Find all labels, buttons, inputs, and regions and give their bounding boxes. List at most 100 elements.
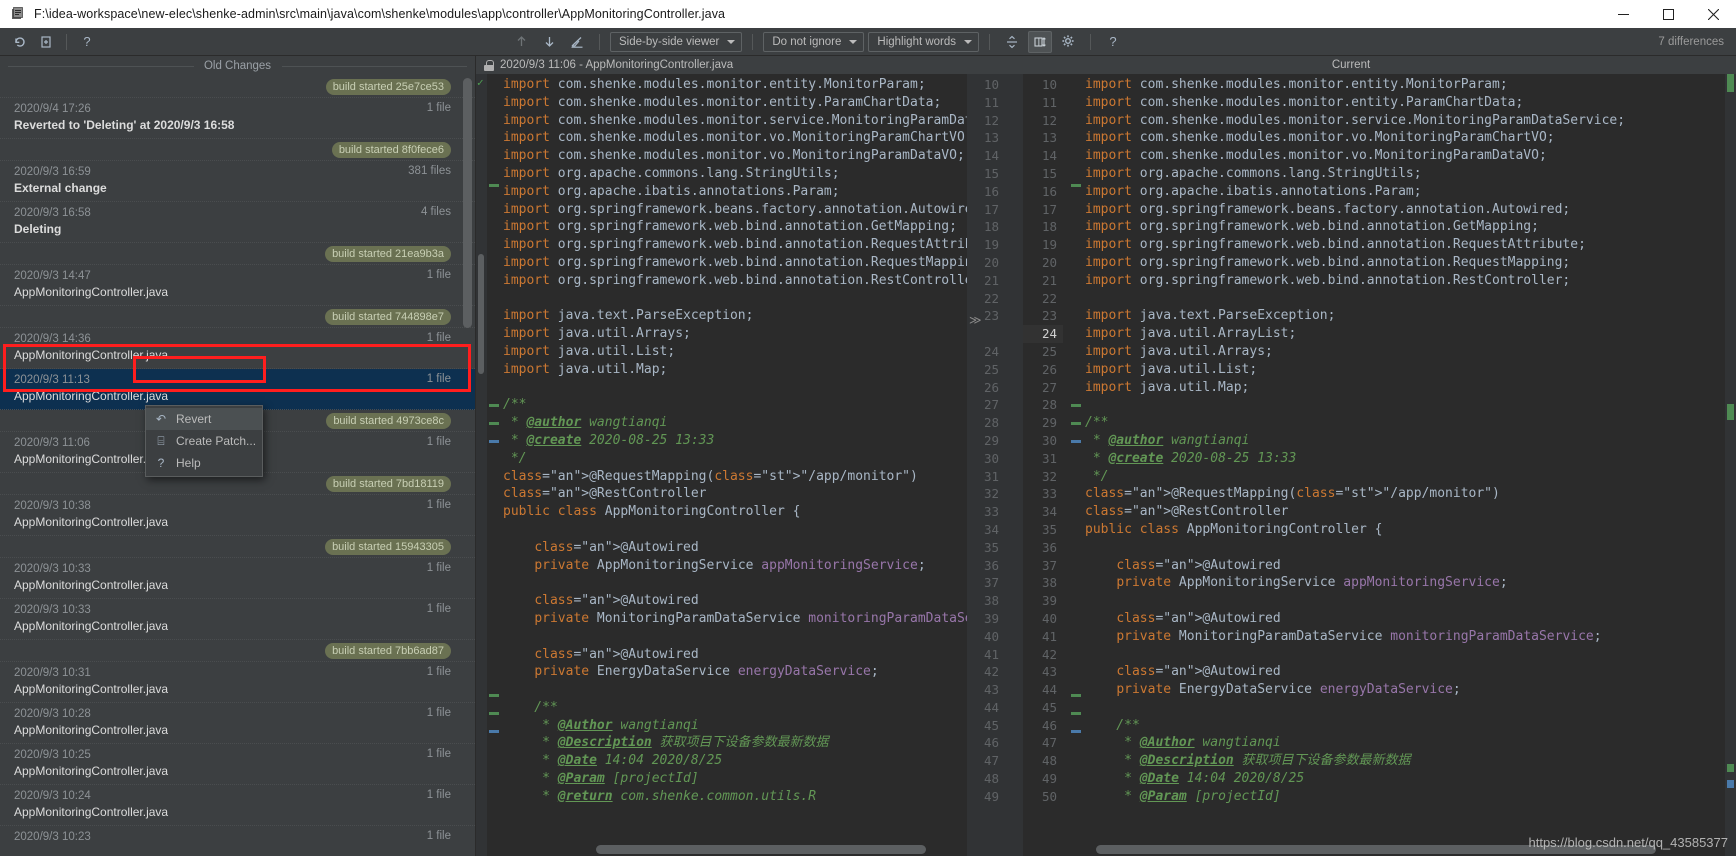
revision-row[interactable]: 2020/9/3 10:33 AppMonitoringController.ja… xyxy=(0,558,475,599)
toolbar-divider-5 xyxy=(1090,33,1092,50)
previous-difference-icon[interactable] xyxy=(509,31,533,53)
revision-row[interactable]: 2020/9/3 16:58 Deleting 4 files xyxy=(0,202,475,243)
highlight-policy-dropdown[interactable]: Highlight words xyxy=(868,31,980,52)
code-line: private AppMonitoringService appMonitori… xyxy=(1116,575,1508,591)
collapse-unchanged-icon[interactable] xyxy=(1000,31,1024,53)
code-line: * @create 2020-08-25 13:33 xyxy=(503,432,715,448)
build-row[interactable]: build started 8f0fece6 xyxy=(0,139,475,161)
build-row[interactable]: build started 25e7ce53 xyxy=(0,76,475,98)
line-number: 19 xyxy=(1041,237,1057,253)
minimize-button[interactable] xyxy=(1601,0,1646,28)
diff-panel: 2020/9/3 11:06 - AppMonitoringController… xyxy=(476,56,1736,856)
line-number: 27 xyxy=(1041,379,1057,395)
diff-right-title: Current xyxy=(1331,59,1371,71)
code-line: import org.springframework.web.bind.anno… xyxy=(1085,219,1539,235)
revision-row[interactable]: 2020/9/3 10:33 AppMonitoringController.ja… xyxy=(0,599,475,640)
revision-timestamp: 2020/9/3 11:13 xyxy=(14,374,90,386)
line-number: 13 xyxy=(983,130,999,146)
right-change-gutter[interactable] xyxy=(1725,74,1736,856)
code-line: import org.springframework.beans.factory… xyxy=(503,201,967,217)
history-scrollbar[interactable] xyxy=(463,78,472,328)
line-number: 29 xyxy=(983,432,999,448)
code-line: class="an">@Autowired xyxy=(1116,610,1281,626)
context-menu-item-create-patch[interactable]: ⌸ Create Patch... xyxy=(146,430,262,452)
line-number: 22 xyxy=(1041,290,1057,306)
revision-timestamp: 2020/9/3 16:59 xyxy=(14,166,91,178)
build-row[interactable]: build started 744898e7 xyxy=(0,306,475,328)
line-number: 33 xyxy=(1041,486,1057,502)
create-patch-icon[interactable] xyxy=(34,31,58,53)
build-row[interactable]: build started 15943305 xyxy=(0,536,475,558)
center-gutter: 10 11 12 13 14 15 16 17 18 19 20 21 22 23 24 25 26 27 28 2… xyxy=(967,74,1023,856)
line-number: 38 xyxy=(983,593,999,609)
revision-row[interactable]: 2020/9/3 10:25 AppMonitoringController.ja… xyxy=(0,744,475,785)
file-type-icon xyxy=(10,6,26,22)
minimap-marker-green-3 xyxy=(1727,764,1734,772)
right-editor[interactable]: 10 11 12 13 14 15 16 17 18 19 20 21 22 23 24 25 26 27 28 29… xyxy=(1023,74,1736,856)
context-menu-item-revert[interactable]: ↶ Revert xyxy=(146,408,262,430)
code-line: * @author wangtianqi xyxy=(503,415,668,431)
align-changes-icon[interactable] xyxy=(1028,30,1053,53)
revision-row-selected[interactable]: 2020/9/3 11:13 AppMonitoringController.ja… xyxy=(0,369,475,410)
revision-timestamp: 2020/9/3 10:33 xyxy=(14,563,91,575)
line-number: 43 xyxy=(983,682,999,698)
old-changes-title: Old Changes xyxy=(197,60,278,72)
revision-label: AppMonitoringController.java xyxy=(14,723,169,737)
line-number: 42 xyxy=(1041,646,1057,662)
line-number: 18 xyxy=(983,219,999,235)
left-editor-hscrollbar[interactable] xyxy=(596,845,926,854)
revision-label: AppMonitoringController.java xyxy=(14,619,169,633)
help-button[interactable]: ? xyxy=(75,31,99,53)
chevron-down-icon xyxy=(849,39,858,44)
line-number: 25 xyxy=(983,361,999,377)
revision-label: Deleting xyxy=(14,222,62,236)
line-number: 44 xyxy=(983,699,999,715)
line-number: 24 xyxy=(983,343,999,359)
revision-row[interactable]: 2020/9/3 10:31 AppMonitoringController.ja… xyxy=(0,662,475,703)
revision-row[interactable]: 2020/9/3 10:38 AppMonitoringController.ja… xyxy=(0,495,475,536)
line-number: 40 xyxy=(983,628,999,644)
code-line: import java.util.List; xyxy=(503,343,676,359)
line-number: 13 xyxy=(1041,130,1057,146)
line-number: 10 xyxy=(983,77,999,92)
edit-source-icon[interactable] xyxy=(565,31,589,53)
revision-timestamp: 2020/9/3 16:58 xyxy=(14,207,91,219)
line-number: 49 xyxy=(983,788,999,804)
left-minimap-thumb[interactable] xyxy=(478,254,484,374)
revision-row[interactable]: 2020/9/3 16:59 External change 381 files xyxy=(0,161,475,202)
revision-row[interactable]: 2020/9/3 14:36 AppMonitoringController.ja… xyxy=(0,328,475,369)
help-icon[interactable]: ? xyxy=(1101,31,1125,53)
revision-row[interactable]: 2020/9/4 17:26 Reverted to 'Deleting' at … xyxy=(0,98,475,139)
right-line-numbers: 10 11 12 13 14 15 16 17 18 19 20 21 22 23 24 25 26 27 28 29… xyxy=(1023,74,1063,806)
chevron-marker-icon: ≫ xyxy=(969,313,982,327)
ignore-policy-dropdown[interactable]: Do not ignore xyxy=(763,31,865,52)
code-line: * @Param [projectId] xyxy=(503,771,699,787)
left-change-gutter[interactable]: ✓ xyxy=(476,74,487,856)
line-number: 44 xyxy=(1041,682,1057,698)
toolbar-divider-2 xyxy=(599,33,600,50)
context-menu-item-help[interactable]: ? Help xyxy=(146,452,262,474)
viewer-mode-dropdown[interactable]: Side-by-side viewer xyxy=(610,31,743,52)
revision-row[interactable]: 2020/9/3 10:28 AppMonitoringController.ja… xyxy=(0,703,475,744)
close-button[interactable] xyxy=(1691,0,1736,28)
minimap-marker-green-2 xyxy=(1727,404,1734,420)
code-line: private AppMonitoringService appMonitori… xyxy=(534,557,926,573)
context-menu[interactable]: ↶ Revert ⌸ Create Patch...? Help xyxy=(145,405,263,477)
build-row[interactable]: build started 21ea9b3a xyxy=(0,243,475,265)
line-number: 17 xyxy=(1041,201,1057,217)
revision-timestamp: 2020/9/3 10:28 xyxy=(14,708,91,720)
gear-icon[interactable] xyxy=(1056,31,1080,53)
code-line: import org.springframework.web.bind.anno… xyxy=(503,219,957,235)
build-row[interactable]: build started 7bb6ad87 xyxy=(0,640,475,662)
revision-row[interactable]: 2020/9/3 10:24 AppMonitoringController.ja… xyxy=(0,785,475,826)
revision-row[interactable]: 2020/9/3 14:47 AppMonitoringController.ja… xyxy=(0,265,475,306)
context-menu-item-icon: ? xyxy=(157,456,165,470)
revert-icon[interactable] xyxy=(8,31,32,53)
line-number: 22 xyxy=(983,290,999,306)
maximize-button[interactable] xyxy=(1646,0,1691,28)
line-number: 15 xyxy=(1041,165,1057,181)
next-difference-icon[interactable] xyxy=(537,31,561,53)
left-editor[interactable]: import com.shenke.modules.monitor.entity… xyxy=(487,74,967,856)
revision-label: AppMonitoringController.java xyxy=(14,348,169,362)
